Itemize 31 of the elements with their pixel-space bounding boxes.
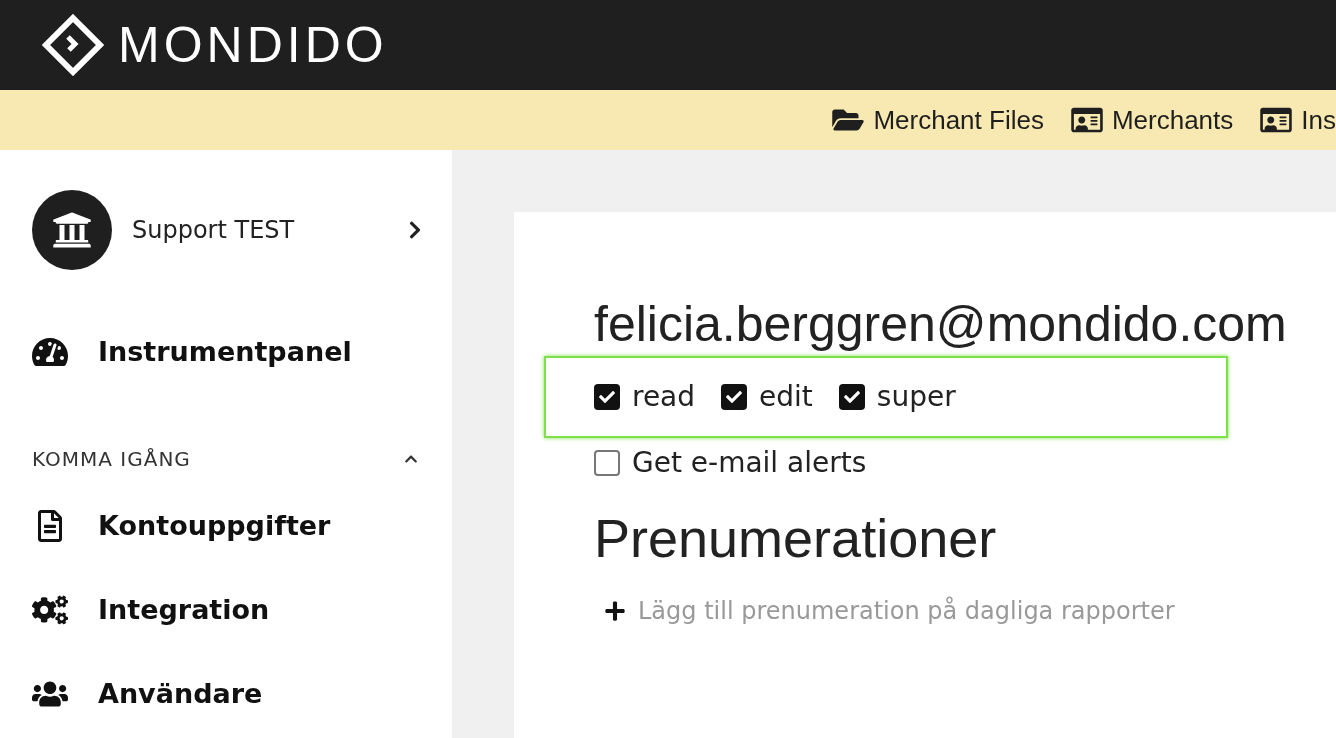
- account-switcher[interactable]: Support TEST: [0, 190, 452, 270]
- id-card-icon: [1069, 106, 1104, 134]
- checkbox-label: Get e-mail alerts: [632, 445, 867, 481]
- nav-link[interactable]: Merchants: [1069, 100, 1234, 140]
- checkbox[interactable]: [594, 384, 620, 410]
- sidebar-item[interactable]: Kontouppgifter: [0, 484, 452, 568]
- sidebar-item[interactable]: Användare: [0, 652, 452, 736]
- user-email: felicia.berggren@mondido.com: [594, 295, 1288, 354]
- checkbox[interactable]: [721, 384, 748, 410]
- check-icon: [599, 389, 615, 405]
- checkbox-label: read: [632, 379, 696, 415]
- section-title: Prenumerationer: [594, 507, 998, 570]
- gears-icon: [32, 594, 68, 626]
- nav-link[interactable]: Ins: [1259, 100, 1336, 140]
- checkbox-label: edit: [759, 379, 813, 415]
- sidebar-item[interactable]: Instrumentpanel: [0, 310, 452, 394]
- id-card-icon: [1259, 106, 1294, 134]
- logo-icon: [42, 14, 104, 76]
- nav-link[interactable]: Merchant Files: [831, 100, 1044, 140]
- gauge-icon: [32, 336, 68, 368]
- chevron-right-icon: [408, 220, 422, 240]
- users-icon: [32, 678, 68, 710]
- logo-text: MONDIDO: [118, 15, 388, 75]
- plus-icon: [604, 600, 626, 622]
- checkbox[interactable]: [838, 384, 865, 410]
- checkbox-label: super: [876, 379, 956, 415]
- sidebar-item[interactable]: Integration: [0, 568, 452, 652]
- check-icon: [843, 389, 860, 405]
- check-icon: [726, 389, 743, 405]
- checkbox[interactable]: [594, 450, 620, 476]
- section-header[interactable]: KOMMA IGÅNG: [0, 434, 452, 484]
